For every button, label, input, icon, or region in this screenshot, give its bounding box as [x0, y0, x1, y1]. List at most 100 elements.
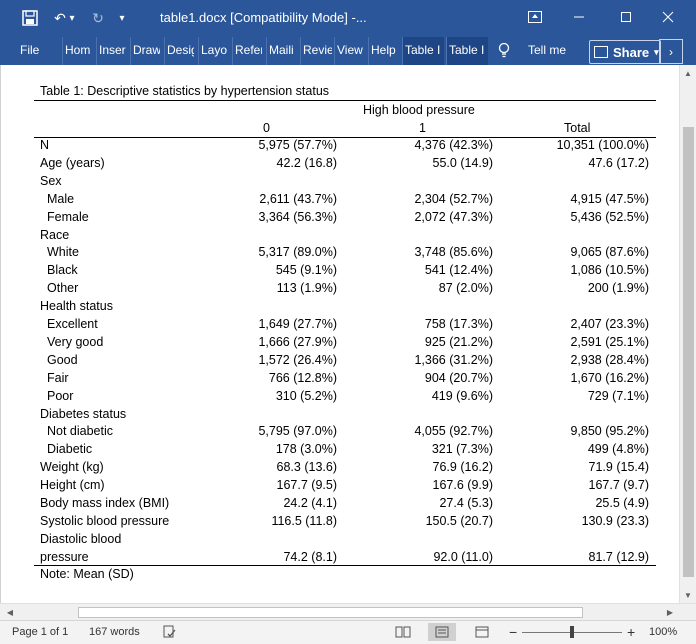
cell-value: 27.4 (5.3) — [439, 496, 493, 510]
horizontal-scroll-thumb[interactable] — [78, 607, 583, 618]
tell-me-search[interactable]: Tell me — [526, 37, 568, 65]
column-header-1: 1 — [419, 121, 426, 135]
share-button[interactable]: Share ▾ — [589, 40, 661, 64]
table-row: Sex — [1, 174, 679, 192]
cell-value: 47.6 (17.2) — [588, 155, 649, 170]
tab-table-layout[interactable]: Table I — [446, 37, 488, 65]
tab-references[interactable]: Refer — [232, 37, 262, 65]
cell-value: 130.9 (23.3) — [581, 513, 649, 528]
table-row: Health status — [1, 299, 679, 317]
table-row: Age (years) 42.2 (16.8) 55.0 (14.9) 47.6 (1… — [1, 156, 679, 174]
cell-value: 150.5 (20.7) — [425, 513, 493, 528]
cell-value: 5,436 (52.5%) — [570, 209, 649, 224]
zoom-level[interactable]: 100% — [649, 626, 677, 638]
cell-value: 1,366 (31.2%) — [414, 352, 493, 367]
row-label: Good — [47, 352, 78, 367]
zoom-out-button[interactable]: − — [509, 624, 517, 640]
vertical-scroll-thumb[interactable] — [683, 127, 694, 577]
table-row: Diastolic blood — [1, 532, 679, 550]
cell-value: 1,670 (16.2%) — [570, 370, 649, 385]
status-bar: Page 1 of 1 167 words − + 100% — [0, 620, 696, 644]
proofing-icon[interactable] — [156, 623, 184, 641]
cell-value: 766 (12.8%) — [268, 370, 337, 385]
row-label: Systolic blood pressure — [40, 513, 170, 528]
cell-value: 904 (20.7%) — [424, 370, 493, 385]
cell-value: 42.2 (16.8) — [276, 155, 337, 170]
table-row: Diabetes status — [1, 407, 679, 425]
tab-home[interactable]: Hom — [62, 37, 92, 65]
share-icon — [594, 46, 608, 58]
tab-file[interactable]: File — [18, 37, 41, 65]
save-icon[interactable] — [18, 6, 42, 30]
minimize-button[interactable] — [556, 0, 602, 34]
tab-table-design[interactable]: Table I — [402, 37, 444, 65]
cell-value: 1,572 (26.4%) — [258, 352, 337, 367]
vertical-scrollbar[interactable]: ▲ ▼ — [679, 65, 696, 603]
row-label: Other — [47, 281, 79, 296]
horizontal-scrollbar[interactable]: ◀ ▶ — [0, 603, 696, 620]
table-row: Height (cm) 167.7 (9.5) 167.6 (9.9) 167.7 (… — [1, 478, 679, 496]
read-mode-icon[interactable] — [389, 623, 417, 641]
tab-layout[interactable]: Layo — [198, 37, 228, 65]
table-row: Other 113 (1.9%) 87 (2.0%) 200 (1.9%) — [1, 281, 679, 299]
row-label: Diastolic blood — [40, 531, 122, 546]
tab-view[interactable]: View — [334, 37, 366, 65]
restore-button[interactable] — [603, 0, 649, 34]
cell-value: 321 (7.3%) — [431, 442, 493, 457]
zoom-slider-thumb[interactable] — [570, 626, 574, 638]
cell-value: 55.0 (14.9) — [432, 155, 493, 170]
scroll-down-icon[interactable]: ▼ — [680, 587, 696, 603]
cell-value: 2,611 (43.7%) — [259, 191, 337, 206]
cell-value: 200 (1.9%) — [587, 281, 649, 296]
table-row: Male 2,611 (43.7%) 2,304 (52.7%) 4,915 (47.… — [1, 192, 679, 210]
undo-dropdown-icon[interactable]: ▾ — [66, 6, 78, 30]
group-header: High blood pressure — [363, 103, 475, 117]
column-header-total: Total — [564, 121, 591, 135]
cell-value: 2,407 (23.3%) — [570, 317, 649, 331]
row-label: Diabetic — [47, 442, 93, 457]
cell-value: 4,055 (92.7%) — [414, 424, 493, 439]
customize-quick-access-icon[interactable]: ▾ — [114, 6, 130, 30]
word-count[interactable]: 167 words — [89, 626, 140, 638]
scroll-left-icon[interactable]: ◀ — [2, 604, 18, 620]
table-top-rule — [34, 100, 656, 101]
row-label: N — [40, 138, 50, 152]
tab-insert[interactable]: Inser — [96, 37, 127, 65]
cell-value: 2,304 (52.7%) — [414, 191, 493, 206]
cell-value: 178 (3.0%) — [275, 442, 337, 457]
print-layout-icon[interactable] — [428, 623, 456, 641]
tab-mailings[interactable]: Maili — [266, 37, 297, 65]
column-header-0: 0 — [263, 121, 270, 135]
table-row: Female 3,364 (56.3%) 2,072 (47.3%) 5,436 (5… — [1, 210, 679, 228]
cell-value: 74.2 (8.1) — [283, 549, 337, 564]
tab-help[interactable]: Help — [368, 37, 400, 65]
page-count[interactable]: Page 1 of 1 — [12, 626, 68, 638]
ribbon-more-button[interactable]: › — [659, 39, 683, 64]
table-row: Weight (kg) 68.3 (13.6) 76.9 (16.2) 71.9 (1… — [1, 460, 679, 478]
tab-review[interactable]: Revie — [300, 37, 332, 65]
cell-value: 116.5 (11.8) — [271, 513, 337, 528]
cell-value: 541 (12.4%) — [424, 263, 493, 278]
zoom-in-button[interactable]: + — [627, 624, 635, 640]
tab-draw[interactable]: Draw — [130, 37, 160, 65]
row-label: Very good — [47, 334, 104, 349]
tab-design[interactable]: Desig — [164, 37, 194, 65]
ribbon-display-options-icon[interactable] — [512, 0, 558, 34]
cell-value: 1,086 (10.5%) — [570, 263, 649, 278]
web-layout-icon[interactable] — [468, 623, 496, 641]
redo-icon[interactable]: ↻ — [86, 6, 110, 30]
cell-value: 167.6 (9.9) — [432, 478, 493, 493]
row-label: Height (cm) — [40, 478, 105, 493]
cell-value: 5,317 (89.0%) — [258, 245, 337, 260]
close-button[interactable] — [645, 0, 691, 34]
scroll-right-icon[interactable]: ▶ — [662, 604, 678, 620]
cell-value: 10,351 (100.0%) — [556, 138, 649, 152]
share-caret-icon: ▾ — [654, 46, 659, 57]
row-label: Male — [47, 191, 75, 206]
cell-value: 2,072 (47.3%) — [414, 209, 493, 224]
scroll-up-icon[interactable]: ▲ — [680, 65, 696, 81]
title-bar: ↶ ▾ ↻ ▾ table1.docx [Compatibility Mode]… — [0, 0, 696, 37]
document-page[interactable]: Table 1: Descriptive statistics by hyper… — [0, 65, 679, 603]
cell-value: 71.9 (15.4) — [588, 460, 649, 475]
cell-value: 4,915 (47.5%) — [570, 191, 649, 206]
